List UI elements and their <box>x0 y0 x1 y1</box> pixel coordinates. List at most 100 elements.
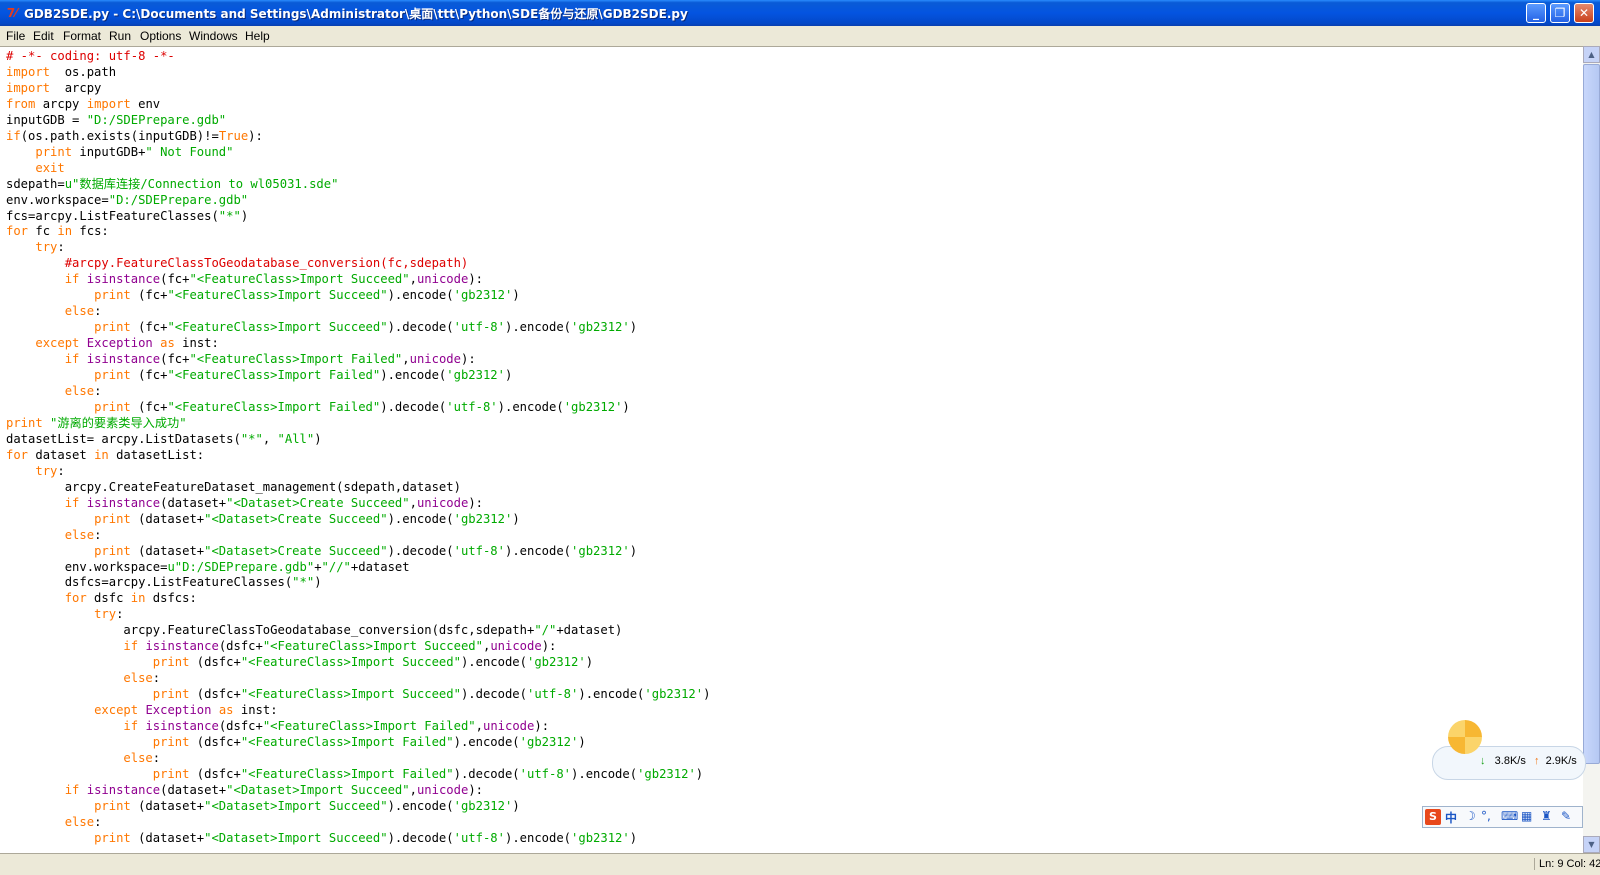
scroll-down-button[interactable]: ▼ <box>1583 836 1600 853</box>
code-line[interactable]: dsfcs=arcpy.ListFeatureClasses("*") <box>6 575 710 591</box>
code-line[interactable]: try: <box>6 607 710 623</box>
code-line[interactable]: arcpy.FeatureClassToGeodatabase_conversi… <box>6 623 710 639</box>
network-speed-widget[interactable]: ↓ 3.8K/s ↑ 2.9K/s <box>1428 720 1588 790</box>
code-token: 'gb2312' <box>571 543 630 558</box>
code-line[interactable]: except Exception as inst: <box>6 703 710 719</box>
code-line[interactable]: inputGDB = "D:/SDEPrepare.gdb" <box>6 113 710 129</box>
code-line[interactable]: #arcpy.FeatureClassToGeodatabase_convers… <box>6 256 710 272</box>
menu-help[interactable]: Help <box>245 29 270 43</box>
menu-edit[interactable]: Edit <box>33 29 54 43</box>
code-line[interactable]: print (dataset+"<Dataset>Import Succeed"… <box>6 831 710 847</box>
code-line[interactable]: fcs=arcpy.ListFeatureClasses("*") <box>6 209 710 225</box>
sogou-logo-icon[interactable]: S <box>1425 809 1441 825</box>
keyboard-icon[interactable]: ⌨ <box>1501 809 1518 823</box>
code-token: 'gb2312' <box>571 320 630 335</box>
code-token: , <box>409 272 417 287</box>
code-line[interactable]: print (fc+"<FeatureClass>Import Succeed"… <box>6 288 710 304</box>
code-line[interactable]: print (dsfc+"<FeatureClass>Import Failed… <box>6 735 710 751</box>
code-line[interactable]: print (dataset+"<Dataset>Import Succeed"… <box>6 799 710 815</box>
minimize-button[interactable]: _ <box>1526 3 1546 23</box>
title-bar[interactable]: 7⁄ GDB2SDE.py - C:\Documents and Setting… <box>0 0 1600 26</box>
code-line[interactable]: else: <box>6 304 710 320</box>
code-token: "<Dataset>Import Succeed" <box>204 798 388 813</box>
code-line[interactable]: if isinstance(fc+"<FeatureClass>Import S… <box>6 272 710 288</box>
menu-windows[interactable]: Windows <box>189 29 238 43</box>
maximize-button[interactable]: ❐ <box>1550 3 1570 23</box>
code-line[interactable]: env.workspace=u"D:/SDEPrepare.gdb"+"//"+… <box>6 560 710 576</box>
code-line[interactable]: if isinstance(fc+"<FeatureClass>Import F… <box>6 352 710 368</box>
code-line[interactable]: if isinstance(dataset+"<Dataset>Import S… <box>6 783 710 799</box>
code-line[interactable]: env.workspace="D:/SDEPrepare.gdb" <box>6 193 710 209</box>
code-line[interactable]: if isinstance(dataset+"<Dataset>Create S… <box>6 496 710 512</box>
code-token: arcpy <box>35 96 87 111</box>
code-line[interactable]: sdepath=u"数据库连接/Connection to wl05031.sd… <box>6 177 710 193</box>
ime-mode-toggle[interactable]: 中 <box>1445 809 1457 826</box>
code-token: inputGDB+ <box>72 144 146 159</box>
code-line[interactable]: arcpy.CreateFeatureDataset_management(sd… <box>6 480 710 496</box>
code-line[interactable]: print (dsfc+"<FeatureClass>Import Succee… <box>6 687 711 703</box>
code-line[interactable]: print (fc+"<FeatureClass>Import Succeed"… <box>6 320 710 336</box>
code-line[interactable]: if isinstance(dsfc+"<FeatureClass>Import… <box>6 639 710 655</box>
arrow-up-icon: ▲ <box>1588 50 1595 59</box>
close-button[interactable]: ✕ <box>1574 3 1594 23</box>
code-editor[interactable]: # -*- coding: utf-8 -*- import os.path imp… <box>0 46 1583 854</box>
code-line[interactable]: print (dataset+"<Dataset>Create Succeed"… <box>6 512 710 528</box>
grid-icon[interactable]: ▦ <box>1521 809 1532 823</box>
code-line[interactable]: exit <box>6 161 710 177</box>
menu-run[interactable]: Run <box>109 29 131 43</box>
scroll-up-button[interactable]: ▲ <box>1583 46 1600 63</box>
code-text[interactable]: # -*- coding: utf-8 -*- import os.path imp… <box>6 49 710 847</box>
code-line[interactable]: print (dataset+"<Dataset>Create Succeed"… <box>6 544 710 560</box>
menu-format[interactable]: Format <box>63 29 101 43</box>
menu-options[interactable]: Options <box>140 29 181 43</box>
code-token: ).encode( <box>380 368 447 383</box>
code-line[interactable]: else: <box>6 384 710 400</box>
moon-icon[interactable]: ☽ <box>1465 809 1476 823</box>
shirt-icon[interactable]: ♜ <box>1541 809 1552 823</box>
code-line[interactable]: print (dsfc+"<FeatureClass>Import Succee… <box>6 655 710 671</box>
code-token: print <box>152 687 190 702</box>
code-token: os.path <box>50 64 117 79</box>
code-token: (dataset+ <box>160 782 227 797</box>
code-line[interactable]: except Exception as inst: <box>6 336 710 352</box>
code-line[interactable]: import arcpy <box>6 81 710 97</box>
menu-file[interactable]: File <box>6 29 25 43</box>
code-token: u"数据库连接/Connection to wl05031.sde" <box>64 176 339 191</box>
code-line[interactable]: print (dsfc+"<FeatureClass>Import Failed… <box>6 767 710 783</box>
code-line[interactable]: print (fc+"<FeatureClass>Import Failed")… <box>6 368 710 384</box>
code-line[interactable]: print "游离的要素类导入成功" <box>6 416 710 432</box>
scrollbar-thumb[interactable] <box>1583 64 1600 764</box>
code-line[interactable]: if isinstance(dsfc+"<FeatureClass>Import… <box>6 719 710 735</box>
code-line[interactable]: else: <box>6 671 710 687</box>
ime-toolbar[interactable]: S 中 ☽ °, ⌨ ▦ ♜ ✎ <box>1422 806 1583 828</box>
code-token: "<Dataset>Create Succeed" <box>204 543 388 558</box>
code-line[interactable]: import os.path <box>6 65 710 81</box>
code-token: 'gb2312' <box>526 655 586 670</box>
code-line[interactable]: print inputGDB+" Not Found" <box>6 145 710 161</box>
code-token: 'gb2312' <box>446 368 505 383</box>
code-line[interactable]: if(os.path.exists(inputGDB)!=True): <box>6 129 710 145</box>
code-line[interactable]: for dataset in datasetList: <box>6 448 710 464</box>
code-token: "<Dataset>Create Succeed" <box>226 495 410 510</box>
code-line[interactable]: datasetList= arcpy.ListDatasets("*", "Al… <box>6 432 710 448</box>
wrench-icon[interactable]: ✎ <box>1561 809 1571 823</box>
code-line[interactable]: for fc in fcs: <box>6 224 710 240</box>
code-token: try <box>94 607 117 622</box>
code-line[interactable]: else: <box>6 815 710 831</box>
punctuation-icon[interactable]: °, <box>1481 809 1491 823</box>
code-token: (dsfc+ <box>189 766 241 781</box>
code-line[interactable]: try: <box>6 240 710 256</box>
code-line[interactable]: else: <box>6 528 710 544</box>
code-token: : <box>94 527 102 542</box>
code-line[interactable]: print (fc+"<FeatureClass>Import Failed")… <box>6 400 710 416</box>
code-line[interactable]: for dsfc in dsfcs: <box>6 591 710 607</box>
code-line[interactable]: else: <box>6 751 710 767</box>
code-line[interactable]: try: <box>6 464 710 480</box>
code-line[interactable]: # -*- coding: utf-8 -*- <box>6 49 710 65</box>
code-line[interactable]: from arcpy import env <box>6 97 710 113</box>
code-token: if <box>64 272 80 287</box>
code-token: " Not Found" <box>145 144 234 159</box>
